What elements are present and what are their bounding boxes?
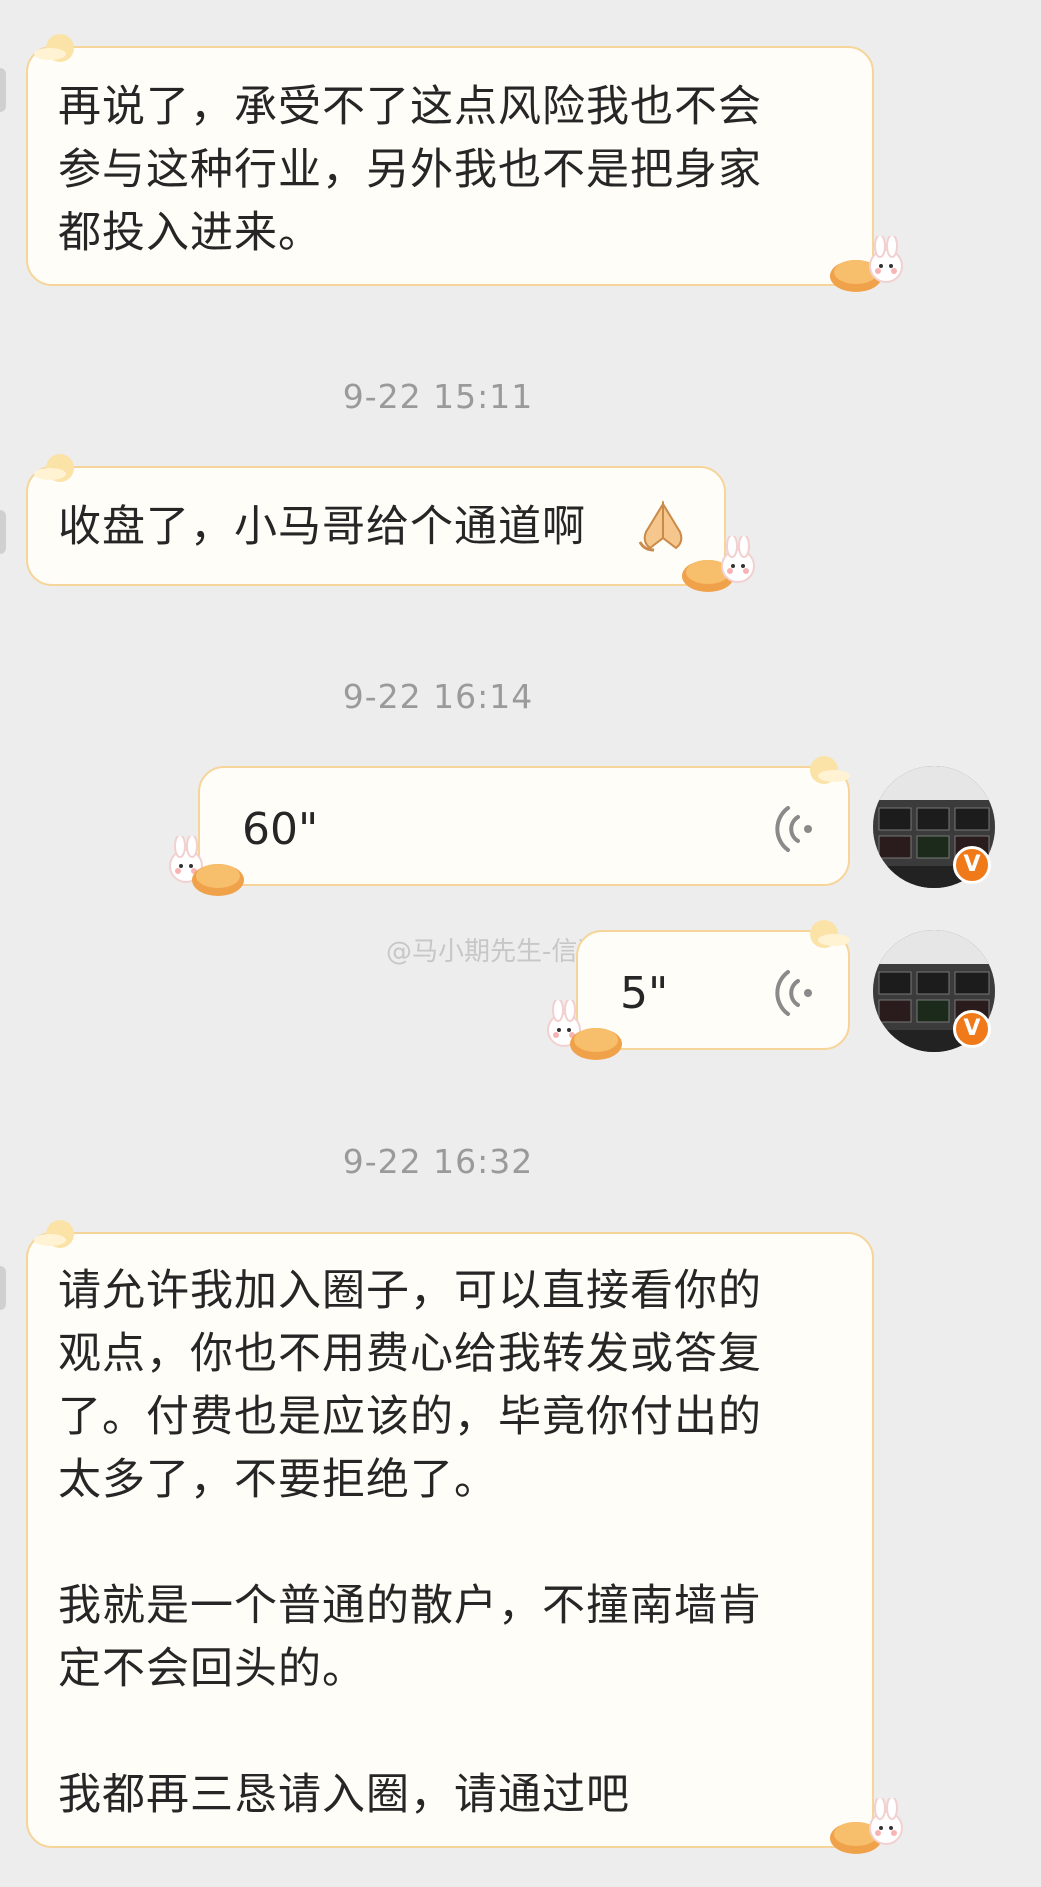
moon-cloud-decoration-icon <box>34 34 74 62</box>
message-timestamp: 9-22 15:11 <box>342 377 534 416</box>
incoming-message-bubble[interactable]: 收盘了，小马哥给个通道啊 <box>26 466 726 586</box>
moon-cloud-decoration-icon <box>34 454 74 482</box>
sender-avatar-peek <box>0 510 6 554</box>
incoming-message-bubble[interactable]: 再说了，承受不了这点风险我也不会 参与这种行业，另外我也不是把身家 都投入进来。 <box>26 46 874 286</box>
voice-duration: 60" <box>242 804 319 855</box>
message-timestamp: 9-22 16:14 <box>342 677 534 716</box>
sender-avatar-peek <box>0 68 6 112</box>
mooncake-rabbit-decoration-icon <box>830 1798 903 1854</box>
verified-v-badge-icon: V <box>953 846 991 884</box>
message-timestamp: 9-22 16:32 <box>342 1142 534 1181</box>
voice-wave-icon <box>775 970 812 1016</box>
moon-cloud-decoration-icon <box>34 1220 74 1248</box>
moon-cloud-decoration-icon <box>810 920 850 948</box>
message-text: 再说了，承受不了这点风险我也不会 参与这种行业，另外我也不是把身家 都投入进来。 <box>58 82 762 258</box>
mooncake-rabbit-decoration-icon <box>547 1000 622 1060</box>
voice-wave-icon <box>775 806 812 852</box>
message-text: 收盘了，小马哥给个通道啊 <box>58 502 586 552</box>
mooncake-rabbit-decoration-icon <box>830 236 903 292</box>
sender-avatar-peek <box>0 1266 6 1310</box>
moon-cloud-decoration-icon <box>810 756 850 784</box>
mooncake-rabbit-decoration-icon <box>682 536 755 592</box>
outgoing-voice-message[interactable]: 60" <box>198 766 850 886</box>
mooncake-rabbit-decoration-icon <box>169 836 244 896</box>
verified-v-badge-icon: V <box>953 1010 991 1048</box>
incoming-message-bubble[interactable]: 请允许我加入圈子，可以直接看你的 观点，你也不用费心给我转发或答复 了。付费也是… <box>26 1232 874 1848</box>
message-text: 请允许我加入圈子，可以直接看你的 观点，你也不用费心给我转发或答复 了。付费也是… <box>58 1266 762 1820</box>
voice-duration: 5" <box>620 968 669 1019</box>
chat-conversation: 再说了，承受不了这点风险我也不会 参与这种行业，另外我也不是把身家 都投入进来。… <box>0 0 1041 1887</box>
watermark: @马小期先生-信道 <box>386 937 604 967</box>
